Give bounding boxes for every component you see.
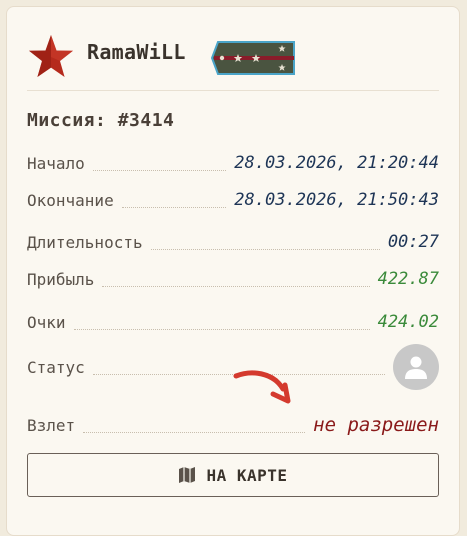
mission-card: RamaWiLL Миссия: #3414 Начало 28.03.2026…: [6, 6, 460, 536]
field-label: Длительность: [27, 232, 143, 252]
mission-number: #3414: [117, 110, 175, 131]
on-map-button[interactable]: НА КАРТЕ: [27, 453, 439, 497]
field-label: Прибыль: [27, 269, 95, 289]
field-label: Окончание: [27, 190, 114, 210]
person-icon: [405, 356, 427, 379]
field-value: 28.03.2026, 21:50:43: [234, 190, 439, 210]
user-avatar-icon[interactable]: [393, 344, 439, 390]
on-map-button-label: НА КАРТЕ: [206, 465, 288, 485]
field-start: Начало 28.03.2026, 21:20:44: [27, 148, 439, 178]
user-header: RamaWiLL: [27, 29, 439, 89]
field-points: Очки 424.02: [27, 307, 439, 337]
field-takeoff: Взлет не разрешен: [27, 410, 439, 440]
header-divider: [27, 90, 439, 91]
field-end: Окончание 28.03.2026, 21:50:43: [27, 185, 439, 215]
dotted-leader: [83, 418, 306, 433]
field-label: Начало: [27, 153, 85, 173]
username[interactable]: RamaWiLL: [87, 40, 186, 64]
field-value: 28.03.2026, 21:20:44: [234, 153, 439, 173]
star-icon: [29, 35, 73, 77]
field-profit: Прибыль 422.87: [27, 264, 439, 294]
dotted-leader: [102, 272, 370, 287]
field-value: не разрешен: [313, 414, 439, 436]
field-label: Статус: [27, 357, 85, 377]
arrow-icon: [233, 370, 291, 404]
dotted-leader: [121, 193, 227, 208]
dotted-leader: [150, 235, 380, 250]
field-label: Взлет: [27, 415, 76, 435]
dotted-leader: [73, 315, 370, 330]
field-duration: Длительность 00:27: [27, 227, 439, 257]
shoulder-strap-icon: [210, 41, 295, 75]
mission-title: Миссия: #3414: [27, 110, 174, 131]
dotted-leader: [92, 156, 227, 171]
field-value: 424.02: [377, 312, 439, 332]
field-value: 422.87: [377, 269, 439, 289]
map-icon: [179, 467, 196, 483]
field-value: 00:27: [387, 232, 439, 252]
field-label: Очки: [27, 312, 66, 332]
mission-label: Миссия:: [27, 110, 107, 131]
